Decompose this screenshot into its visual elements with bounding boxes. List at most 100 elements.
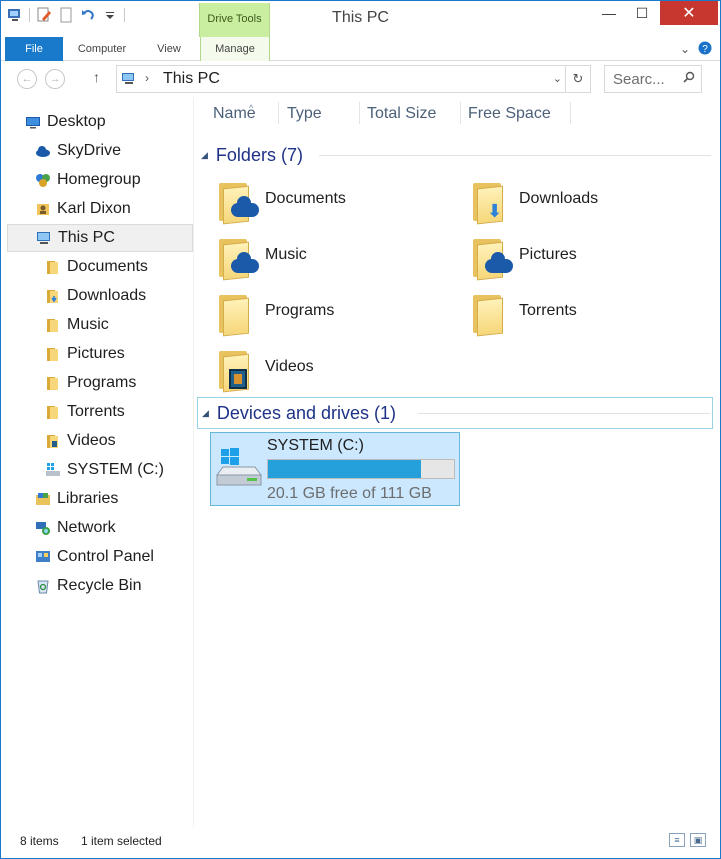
nav-item-label: Recycle Bin (57, 577, 142, 594)
nav-item-desktop[interactable]: Desktop (25, 108, 106, 136)
nav-item-skydrive[interactable]: SkyDrive (35, 137, 121, 165)
libraries-icon (35, 491, 51, 507)
drive-free-space: 20.1 GB free of 111 GB (267, 485, 432, 502)
folder-icon (45, 259, 61, 275)
nav-item-label: Karl Dixon (57, 200, 131, 217)
nav-item-label: Pictures (67, 345, 125, 362)
tab-file[interactable]: File (5, 37, 63, 61)
nav-item-label: SYSTEM (C:) (67, 461, 164, 478)
address-dropdown-icon[interactable]: ⌄ (553, 72, 562, 85)
search-input[interactable] (613, 70, 681, 88)
column-divider[interactable] (460, 102, 461, 124)
drive-tile-system-c[interactable]: SYSTEM (C:) 20.1 GB free of 111 GB (210, 432, 460, 506)
folder-name: Pictures (519, 246, 577, 263)
nav-item-system-c[interactable]: SYSTEM (C:) (45, 456, 164, 484)
minimize-button[interactable]: — (591, 1, 627, 25)
control-panel-icon (35, 549, 51, 565)
nav-item-programs[interactable]: Programs (45, 369, 136, 397)
nav-item-videos[interactable]: Videos (45, 427, 116, 455)
nav-item-network[interactable]: Network (35, 514, 116, 542)
forward-button[interactable]: → (45, 69, 65, 89)
folder-icon (215, 287, 263, 337)
folder-item-documents[interactable]: Documents (215, 173, 346, 225)
group-title: Folders (7) (215, 144, 303, 165)
group-header-devices-and-drives[interactable]: ◢ Devices and drives (1) (197, 397, 713, 429)
tab-view[interactable]: View (149, 37, 189, 61)
homegroup-icon (35, 172, 51, 188)
nav-item-downloads[interactable]: Downloads (45, 282, 146, 310)
column-divider[interactable] (570, 102, 571, 124)
close-button[interactable]: ✕ (660, 1, 718, 25)
column-header-name[interactable]: ^ Name (213, 103, 256, 123)
skydrive-overlay-icon (231, 252, 259, 273)
collapse-arrow-icon[interactable]: ◢ (202, 408, 209, 419)
nav-item-homegroup[interactable]: Homegroup (35, 166, 141, 194)
nav-item-music[interactable]: Music (45, 311, 109, 339)
back-button[interactable]: ← (17, 69, 37, 89)
nav-item-label: Libraries (57, 490, 119, 507)
status-bar: 8 items 1 item selected ≡ ▣ (1, 829, 720, 857)
title-bar: Drive Tools This PC — ☐ ✕ (1, 1, 720, 37)
column-divider[interactable] (278, 102, 279, 124)
folder-name: Downloads (519, 190, 599, 207)
folder-icon (45, 346, 61, 362)
selection-count: 1 item selected (81, 834, 162, 848)
nav-item-label: Homegroup (57, 171, 141, 188)
breadcrumb-chevron-icon[interactable]: › (145, 71, 149, 85)
folder-icon (45, 317, 61, 333)
nav-item-this-pc[interactable]: This PC (7, 224, 193, 252)
windows-drive-icon (215, 447, 263, 491)
folder-item-torrents[interactable]: Torrents (469, 285, 577, 337)
nav-item-torrents[interactable]: Torrents (45, 398, 125, 426)
tab-computer[interactable]: Computer (71, 37, 133, 61)
breadcrumb-this-pc[interactable]: This PC (163, 70, 220, 88)
folder-item-downloads[interactable]: ⬇ Downloads (469, 173, 598, 225)
nav-item-label: Downloads (67, 287, 147, 304)
large-icons-view-icon[interactable]: ▣ (690, 833, 706, 847)
folder-item-music[interactable]: Music (215, 229, 307, 281)
folder-icon (45, 375, 61, 391)
collapse-arrow-icon[interactable]: ◢ (201, 150, 208, 161)
help-icon[interactable]: ? (697, 41, 713, 57)
column-header-free-space[interactable]: Free Space (468, 105, 551, 123)
folder-icon (45, 288, 61, 304)
nav-item-karl-dixon[interactable]: Karl Dixon (35, 195, 131, 223)
forward-arrow-icon: → (49, 73, 61, 85)
group-header-folders[interactable]: ◢ Folders (7) (201, 140, 711, 170)
nav-item-pictures[interactable]: Pictures (45, 340, 125, 368)
expand-ribbon-icon[interactable]: ⌄ (677, 41, 693, 57)
folder-item-pictures[interactable]: Pictures (469, 229, 577, 281)
folder-name: Torrents (519, 302, 577, 319)
details-view-icon[interactable]: ≡ (669, 833, 685, 847)
folder-icon (45, 433, 61, 449)
sort-ascending-icon: ^ (249, 103, 254, 113)
nav-item-label: Network (57, 519, 116, 536)
tab-manage[interactable]: Manage (200, 37, 270, 61)
column-header-type[interactable]: Type (287, 105, 322, 123)
refresh-button[interactable]: ↻ (565, 66, 590, 92)
explorer-window: Drive Tools This PC — ☐ ✕ File Computer … (0, 0, 721, 859)
maximize-button[interactable]: ☐ (624, 1, 660, 25)
refresh-icon: ↻ (572, 71, 584, 86)
drive-usage-fill (268, 460, 421, 478)
nav-item-control-panel[interactable]: Control Panel (35, 543, 154, 571)
up-button[interactable]: ↑ (93, 69, 100, 85)
folder-icon (469, 231, 517, 281)
user-folder-icon (35, 201, 51, 217)
nav-item-recycle-bin[interactable]: Recycle Bin (35, 572, 141, 600)
column-header-total-size[interactable]: Total Size (367, 105, 436, 123)
nav-item-label: Music (67, 316, 109, 333)
folder-item-programs[interactable]: Programs (215, 285, 334, 337)
group-divider (418, 413, 710, 414)
folder-icon (215, 343, 263, 393)
skydrive-overlay-icon (231, 196, 259, 217)
nav-item-documents[interactable]: Documents (45, 253, 148, 281)
recycle-bin-icon (35, 578, 51, 594)
nav-item-libraries[interactable]: Libraries (35, 485, 118, 513)
address-bar[interactable]: › This PC ⌄ ↻ (116, 65, 591, 93)
back-arrow-icon: ← (21, 73, 33, 85)
column-divider[interactable] (359, 102, 360, 124)
folder-item-videos[interactable]: Videos (215, 341, 314, 393)
search-icon[interactable] (683, 71, 695, 86)
desktop-icon (25, 114, 41, 130)
